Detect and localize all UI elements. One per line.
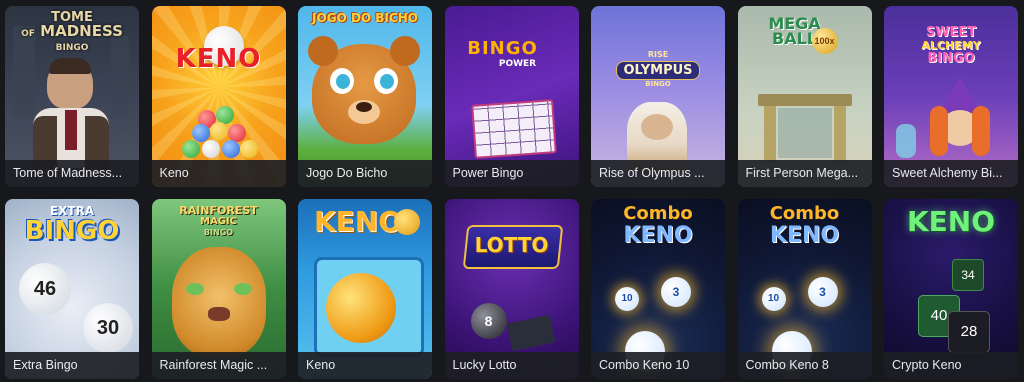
- keno-ball: 3: [661, 277, 691, 307]
- game-logo-text: KENO: [769, 223, 840, 248]
- game-title: Keno: [151, 160, 286, 187]
- game-title: Power Bingo: [444, 160, 579, 187]
- game-tile-extra-bingo[interactable]: EXTRA BINGO 46 30 Extra Bingo: [5, 199, 139, 379]
- game-tile-rainforest-magic-bingo[interactable]: RAINFOREST MAGIC BINGO Rainforest Magic …: [151, 199, 286, 379]
- multiplier-badge: 100x: [811, 28, 838, 54]
- game-logo-text: OLYMPUS: [616, 61, 700, 80]
- game-title: Rainforest Magic ...: [151, 352, 286, 379]
- game-tile-keno-2[interactable]: KENO Keno: [298, 199, 432, 379]
- game-logo-text: KENO: [906, 205, 996, 238]
- game-title: Crypto Keno: [884, 352, 1018, 379]
- game-tile-combo-keno-8[interactable]: Combo KENO 10 3 Combo Keno 8: [737, 199, 872, 379]
- game-logo-text: KENO: [623, 223, 693, 248]
- game-tile-lucky-lotto[interactable]: LOTTO 8 Lucky Lotto: [444, 199, 579, 379]
- game-logo-text: OF: [21, 29, 35, 39]
- game-logo-text: BINGO: [203, 228, 234, 237]
- game-logo-text: KENO: [175, 44, 262, 74]
- game-title: Extra Bingo: [5, 352, 139, 379]
- game-logo-text: SWEET: [925, 25, 977, 40]
- game-title: Combo Keno 8: [737, 352, 872, 379]
- lotto-ball: 8: [470, 303, 507, 339]
- game-logo-text: POWER: [498, 59, 537, 69]
- game-title: Rise of Olympus ...: [591, 160, 725, 187]
- game-tile-first-person-mega-ball[interactable]: MEGA BALL 100x First Person Mega...: [737, 6, 872, 187]
- game-logo-text: RAINFOREST: [179, 204, 258, 217]
- game-title: Sweet Alchemy Bi...: [884, 160, 1018, 187]
- game-title: Combo Keno 10: [591, 352, 725, 379]
- game-logo-text: BINGO: [467, 38, 538, 59]
- game-grid: TOME OF MADNESS BINGO Tome of Madness...…: [0, 0, 1024, 379]
- game-logo-text: Combo: [769, 203, 840, 224]
- game-logo-text: Combo: [623, 203, 693, 224]
- game-logo-text: JOGO DO BICHO: [312, 11, 418, 25]
- game-logo-text: LOTTO: [474, 233, 549, 257]
- game-tile-tome-of-madness-bingo[interactable]: TOME OF MADNESS BINGO Tome of Madness...: [5, 6, 139, 187]
- game-logo-text: BINGO: [645, 80, 671, 88]
- number-card: 34: [952, 259, 984, 291]
- game-title: Tome of Madness...: [5, 160, 139, 187]
- game-logo-text: RISE: [647, 50, 669, 59]
- keno-ball: 10: [761, 287, 786, 311]
- game-logo-text: BINGO: [55, 43, 89, 53]
- game-tile-keno[interactable]: KENO Keno: [151, 6, 286, 187]
- game-logo-text: BINGO: [927, 51, 975, 66]
- game-tile-crypto-keno[interactable]: KENO 34 40 28 Crypto Keno: [884, 199, 1018, 379]
- keno-ball: 10: [615, 287, 639, 311]
- game-title: Lucky Lotto: [444, 352, 579, 379]
- number-card: 28: [948, 311, 990, 353]
- game-logo-text: BALL: [772, 29, 817, 48]
- bingo-card-illustration: [470, 99, 557, 159]
- game-tile-sweet-alchemy-bingo[interactable]: SWEET ALCHEMY BINGO Sweet Alchemy Bi...: [884, 6, 1018, 187]
- game-tile-rise-of-olympus-bingo[interactable]: RISE OLYMPUS BINGO Rise of Olympus ...: [591, 6, 725, 187]
- bingo-ball: 46: [19, 263, 71, 315]
- keno-ball: 3: [807, 277, 838, 307]
- game-title: Jogo Do Bicho: [298, 160, 432, 187]
- game-tile-jogo-do-bicho[interactable]: JOGO DO BICHO Jogo Do Bicho: [298, 6, 432, 187]
- game-logo-text: MAGIC: [200, 216, 237, 227]
- game-logo-text: BINGO: [24, 216, 120, 246]
- bingo-ball: 30: [83, 303, 133, 353]
- game-title: Keno: [298, 352, 432, 379]
- game-title: First Person Mega...: [737, 160, 872, 187]
- game-logo-text: MADNESS: [40, 22, 123, 40]
- game-tile-power-bingo[interactable]: BINGO POWER Power Bingo: [444, 6, 579, 187]
- jaguar-illustration: [171, 247, 266, 357]
- game-tile-combo-keno-10[interactable]: Combo KENO 10 3 Combo Keno 10: [591, 199, 725, 379]
